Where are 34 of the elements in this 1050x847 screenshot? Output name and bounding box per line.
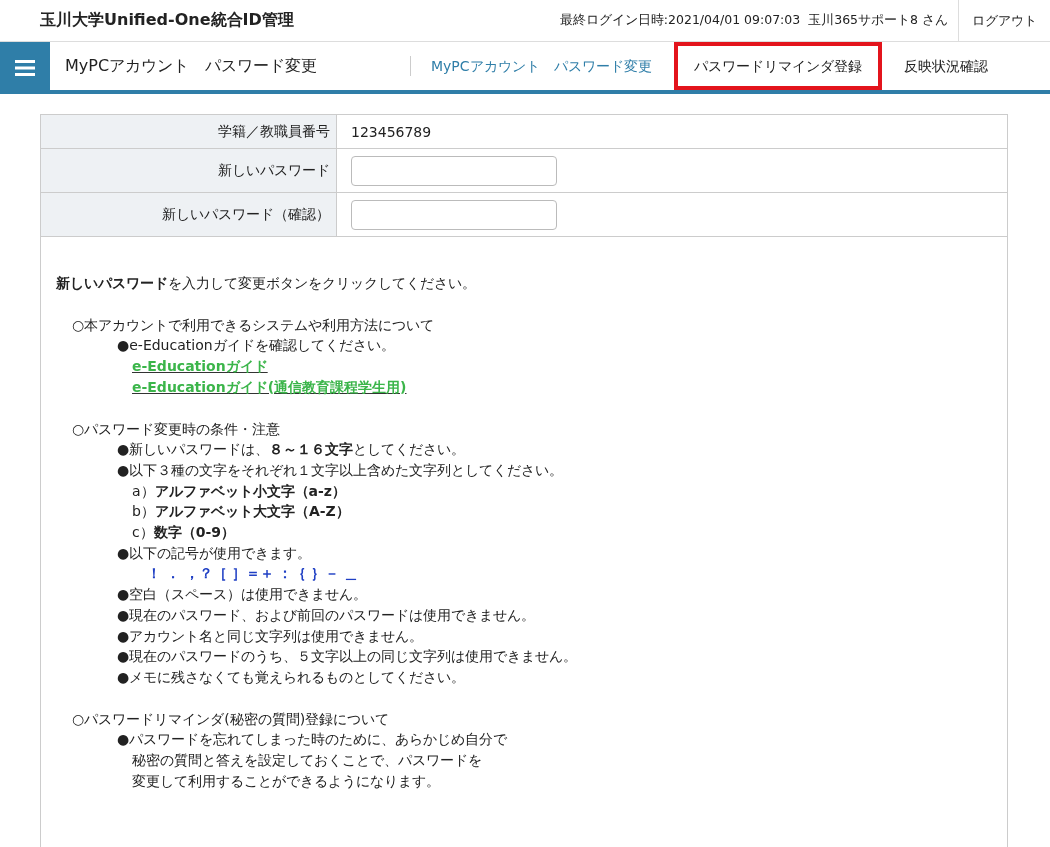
bullet-text: ●以下３種の文字をそれぞれ１文字以上含めた文字列としてください。	[117, 461, 564, 478]
bullet-text: ●空白（スペース）は使用できません。	[117, 586, 368, 603]
bullet-text: 秘密の質問と答えを設定しておくことで、パスワードを	[132, 752, 482, 769]
section-heading: ○パスワード変更時の条件・注意	[72, 420, 281, 437]
field-label: 学籍／教職員番号	[218, 122, 330, 141]
last-login-text: 最終ログイン日時:2021/04/01 09:07:03	[559, 12, 801, 29]
bullet-text: ●e-Educationガイドを確認してください。	[117, 337, 395, 354]
field-label: 新しいパスワード	[218, 161, 330, 180]
character-type-item: b）アルファベット大文字（A-Z）	[132, 503, 350, 520]
symbol-list: ！ ． ，？［ ］＝＋ ：｛ ｝－ ＿	[147, 565, 359, 582]
nav-tab[interactable]: パスワードリマインダ登録	[673, 42, 882, 90]
bullet-text: ●メモに残さなくても覚えられるものとしてください。	[117, 668, 466, 685]
user-name: 玉川365サポート8 さん	[808, 12, 948, 29]
bullet-text: ●新しいパスワードは、８～１６文字としてください。	[117, 441, 466, 458]
bullet-text: 変更して利用することができるようになります。	[132, 772, 440, 789]
nav-tab[interactable]: 反映状況確認	[885, 42, 1006, 90]
password-field[interactable]	[351, 199, 557, 230]
intro-text: 新しいパスワードを入力して変更ボタンをクリックしてください。	[56, 275, 476, 291]
character-type-item: a）アルファベット小文字（a-z）	[132, 482, 346, 499]
section-heading: ○本アカウントで利用できるシステムや利用方法について	[72, 316, 435, 333]
bullet-text: ●パスワードを忘れてしまった時のために、あらかじめ自分で	[117, 731, 508, 748]
bullet-text: ●現在のパスワード、および前回のパスワードは使用できません。	[117, 606, 536, 623]
bullet-text: ●現在のパスワードのうち、５文字以上の同じ文字列は使用できません。	[117, 648, 578, 665]
page-title: MyPCアカウント パスワード変更	[65, 55, 319, 77]
password-field[interactable]	[351, 155, 557, 186]
logout-link[interactable]: ログアウト	[958, 0, 1050, 41]
bullet-text: ●以下の記号が使用できます。	[117, 544, 312, 561]
field-label: 新しいパスワード（確認）	[162, 205, 330, 224]
bullet-text: ●アカウント名と同じ文字列は使用できません。	[117, 627, 424, 644]
section-heading: ○パスワードリマインダ(秘密の質問)登録について	[72, 710, 390, 727]
menu-icon	[15, 60, 35, 76]
site-title: 玉川大学Unified-One統合ID管理	[40, 10, 295, 31]
id-number: 123456789	[351, 123, 432, 140]
character-type-item: c）数字（0-9）	[132, 524, 235, 541]
